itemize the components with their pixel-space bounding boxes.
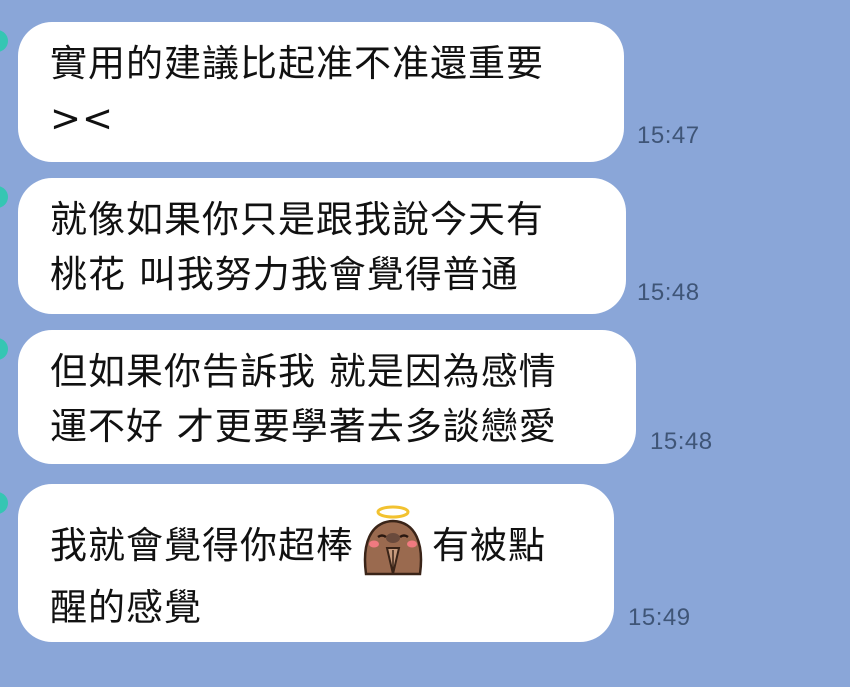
sender-avatar[interactable] — [0, 30, 8, 52]
chat-view[interactable]: 實用的建議比起准不准還重要 >< 15:47 就像如果你只是跟我說今天有 桃花 … — [0, 0, 850, 687]
bubble-tail — [21, 339, 53, 371]
message-text-line: 運不好 才更要學著去多談戀愛 — [50, 405, 557, 448]
message-text-line: 實用的建議比起准不准還重要 — [50, 42, 544, 85]
message-timestamp: 15:49 — [628, 604, 691, 631]
message-text-segment: 有被點 — [432, 524, 546, 567]
message-text-line: 就像如果你只是跟我說今天有 — [50, 198, 544, 241]
message-text-segment: 我就會覺得你超棒 — [50, 524, 354, 567]
message-timestamp: 15:48 — [637, 279, 700, 306]
message-bubble[interactable]: 我就會覺得你超棒 有被點 醒的感覺 — [18, 484, 614, 642]
message-timestamp: 15:47 — [637, 122, 700, 149]
bubble-tail — [21, 31, 53, 63]
message-text-line: 我就會覺得你超棒 有被點 — [50, 504, 584, 576]
message-text-line: 桃花 叫我努力我會覺得普通 — [50, 253, 519, 296]
message-bubble[interactable]: 就像如果你只是跟我說今天有 桃花 叫我努力我會覺得普通 — [18, 178, 626, 314]
message-text-line: 醒的感覺 — [50, 586, 202, 629]
bubble-tail — [21, 493, 53, 525]
message-text-line: 但如果你告訴我 就是因為感情 — [50, 350, 557, 393]
sender-avatar[interactable] — [0, 338, 8, 360]
sender-avatar[interactable] — [0, 186, 8, 208]
message-text-line: >< — [50, 97, 115, 140]
bubble-tail — [21, 187, 53, 219]
message-timestamp: 15:48 — [650, 428, 713, 455]
message-bubble[interactable]: 但如果你告訴我 就是因為感情 運不好 才更要學著去多談戀愛 — [18, 330, 636, 464]
message-bubble[interactable]: 實用的建議比起准不准還重要 >< — [18, 22, 624, 162]
sender-avatar[interactable] — [0, 492, 8, 514]
praying-angel-sticker-icon[interactable] — [356, 504, 430, 576]
